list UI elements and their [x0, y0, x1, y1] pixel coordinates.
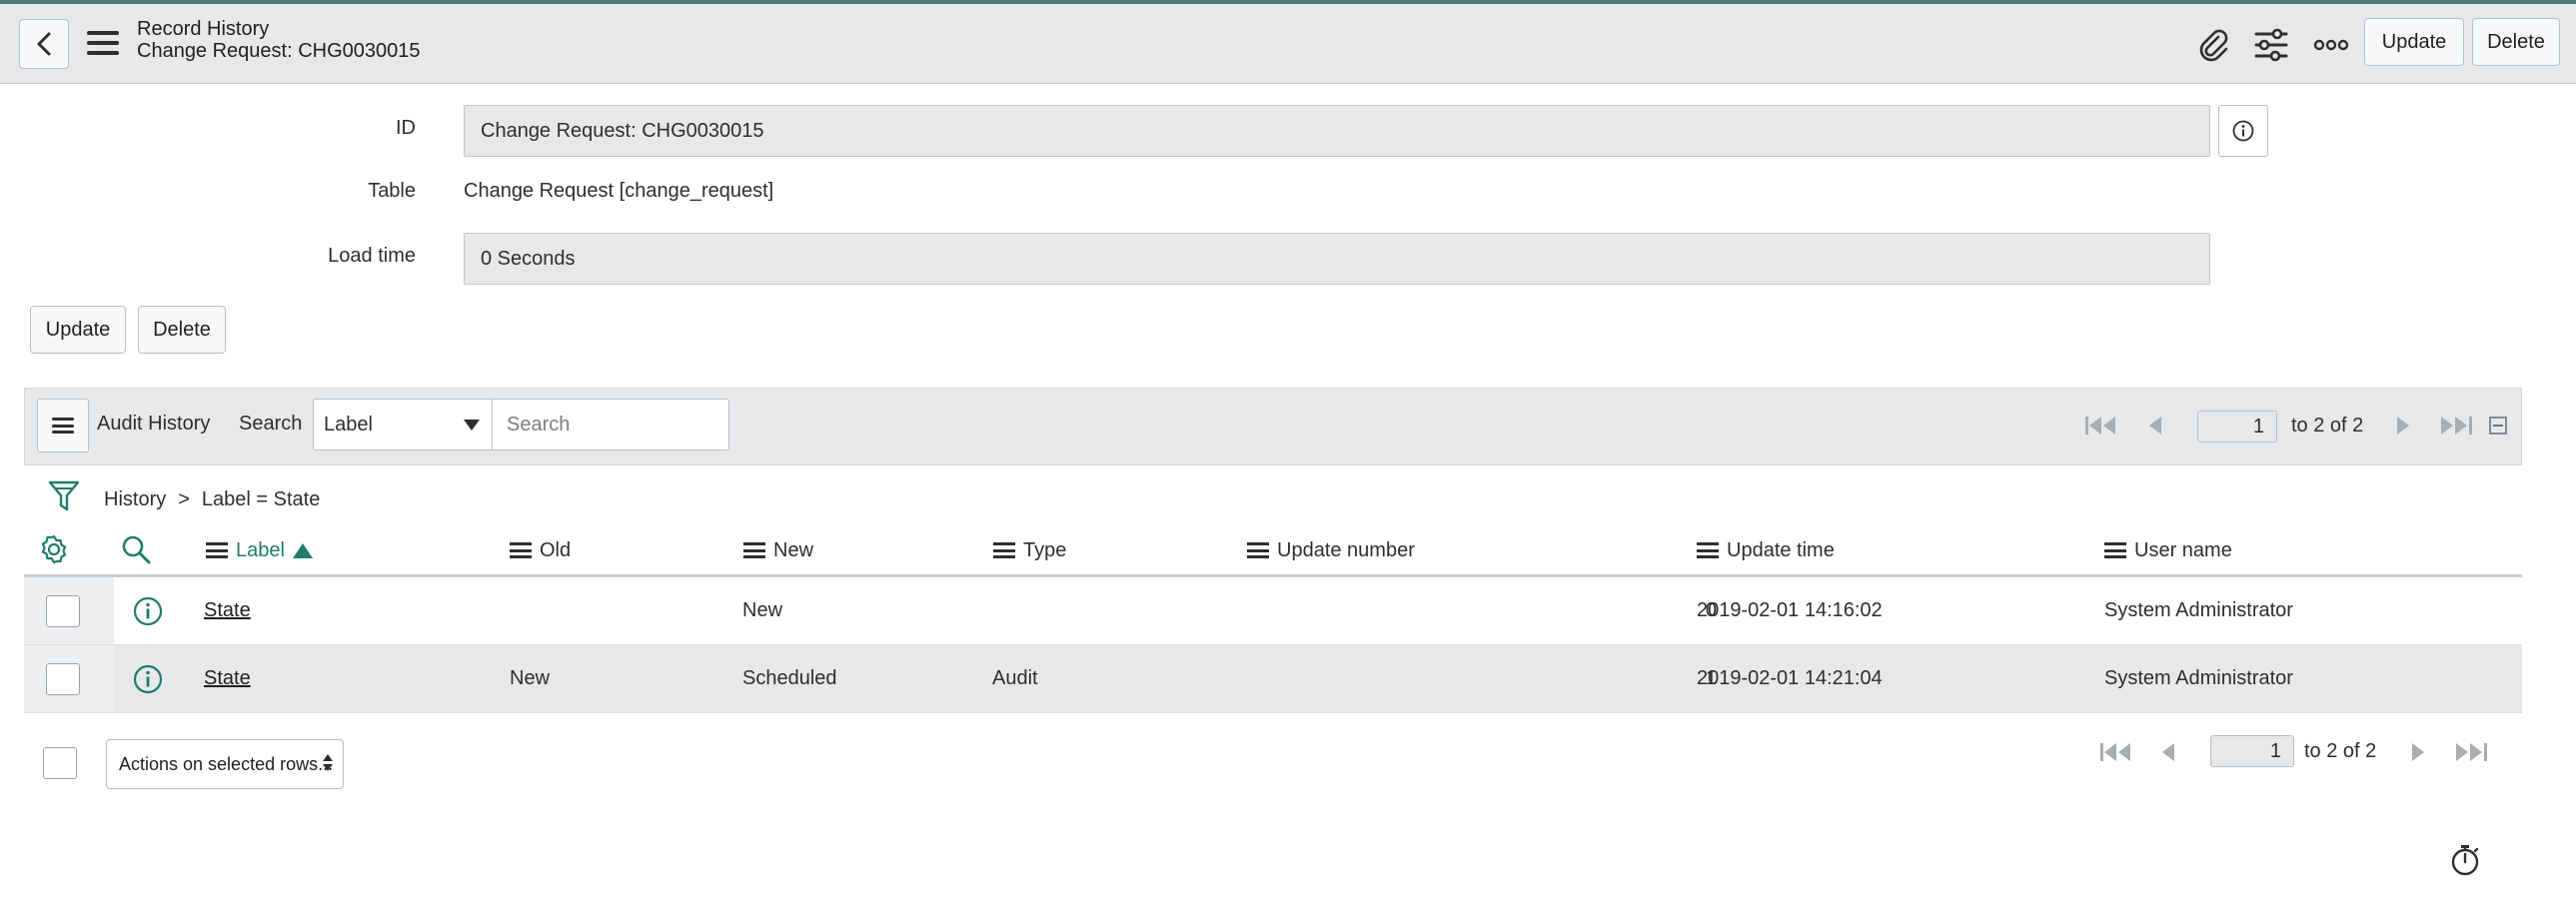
row-user-name: System Administrator	[2104, 667, 2293, 689]
column-menu-icon[interactable]	[993, 542, 1015, 558]
next-page-icon[interactable]	[2393, 415, 2413, 437]
column-menu-icon[interactable]	[1697, 542, 1719, 558]
column-header-user-name[interactable]: User name	[2104, 533, 2232, 567]
row-info-icon[interactable]	[132, 663, 164, 700]
id-label: ID	[396, 117, 416, 139]
row-type: Audit	[992, 667, 1038, 689]
header-update-button[interactable]: Update	[2364, 18, 2464, 66]
list-menu-icon	[52, 418, 74, 434]
table-row: State New 0 2019-02-01 14:16:02 System A…	[24, 577, 2522, 645]
load-time-field[interactable]: 0 Seconds	[464, 233, 2210, 285]
row-new: Scheduled	[742, 667, 837, 689]
footer-page-number-input[interactable]	[2210, 735, 2294, 767]
search-field-value: Label	[324, 413, 373, 436]
select-updown-icon	[323, 754, 333, 771]
search-field-select[interactable]: Label	[313, 399, 493, 450]
filter-icon[interactable]	[48, 479, 80, 513]
breadcrumb-condition[interactable]: Label = State	[202, 488, 320, 511]
paperclip-icon[interactable]	[2194, 26, 2232, 64]
column-header-old[interactable]: Old	[510, 533, 571, 567]
actions-select[interactable]: Actions on selected rows...	[106, 739, 344, 789]
row-update-time: 2019-02-01 14:21:04	[1697, 667, 1883, 689]
column-header-label-text: Label	[236, 538, 285, 561]
form-delete-button[interactable]: Delete	[138, 306, 226, 354]
column-menu-icon[interactable]	[1247, 542, 1269, 558]
id-info-button[interactable]	[2218, 105, 2268, 157]
table-value: Change Request [change_request]	[464, 180, 774, 202]
column-menu-icon[interactable]	[510, 542, 532, 558]
page-title-block: Record History Change Request: CHG003001…	[137, 18, 421, 62]
breadcrumb: History > Label = State	[104, 483, 320, 515]
column-header-new-text: New	[773, 538, 814, 561]
column-header-update-number[interactable]: Update number	[1247, 533, 1415, 567]
column-header-new[interactable]: New	[743, 533, 813, 567]
more-icon[interactable]	[2312, 26, 2350, 64]
search-label: Search	[239, 413, 303, 435]
column-header-update-number-text: Update number	[1277, 538, 1415, 561]
row-old: New	[510, 667, 551, 689]
back-button[interactable]	[19, 19, 69, 69]
row-user-name: System Administrator	[2104, 599, 2293, 621]
last-page-icon[interactable]	[2435, 415, 2475, 437]
back-chevron-icon	[37, 32, 51, 56]
list-header: Audit History Search Label to 2 of 2	[24, 388, 2522, 465]
breadcrumb-root[interactable]: History	[104, 488, 166, 511]
row-label-link[interactable]: State	[204, 667, 251, 690]
column-header-update-time[interactable]: Update time	[1697, 533, 1835, 567]
row-label-link[interactable]: State	[204, 599, 251, 622]
page-number-input[interactable]	[2197, 411, 2277, 443]
form-update-button[interactable]: Update	[30, 306, 126, 354]
row-select-cell	[24, 645, 114, 712]
page-range-text: to 2 of 2	[2291, 415, 2364, 437]
page-title: Record History	[137, 18, 270, 40]
footer-last-page-icon[interactable]	[2450, 741, 2490, 763]
column-header-user-name-text: User name	[2134, 538, 2232, 561]
row-checkbox[interactable]	[46, 663, 80, 695]
column-header-old-text: Old	[540, 538, 572, 561]
column-menu-icon[interactable]	[2104, 542, 2126, 558]
id-field[interactable]: Change Request: CHG0030015	[464, 105, 2210, 157]
previous-page-icon[interactable]	[2145, 415, 2165, 437]
row-select-cell	[24, 577, 114, 644]
column-header-type-text: Type	[1023, 538, 1067, 561]
footer-previous-page-icon[interactable]	[2158, 741, 2178, 763]
row-info-icon[interactable]	[132, 595, 164, 632]
response-time-stopwatch-icon[interactable]	[2448, 843, 2482, 877]
footer-first-page-icon[interactable]	[2098, 741, 2138, 763]
list-menu-button[interactable]	[37, 399, 89, 452]
collapse-list-icon[interactable]	[2489, 417, 2507, 435]
dropdown-arrow-icon	[464, 420, 480, 431]
page-subtitle: Change Request: CHG0030015	[137, 40, 421, 62]
table-label: Table	[368, 180, 416, 202]
column-header-type[interactable]: Type	[993, 533, 1066, 567]
column-menu-icon[interactable]	[743, 542, 765, 558]
select-all-checkbox[interactable]	[43, 747, 77, 779]
column-header-label[interactable]: Label	[206, 533, 313, 567]
header-delete-button[interactable]: Delete	[2472, 18, 2560, 66]
row-new: New	[742, 599, 783, 621]
column-header-update-time-text: Update time	[1727, 538, 1835, 561]
row-checkbox[interactable]	[46, 595, 80, 627]
footer-page-range-text: to 2 of 2	[2304, 740, 2377, 762]
info-icon	[2232, 120, 2254, 142]
row-update-time: 2019-02-01 14:16:02	[1697, 599, 1883, 621]
sort-ascending-icon	[292, 542, 313, 558]
footer-next-page-icon[interactable]	[2408, 741, 2428, 763]
column-menu-icon[interactable]	[206, 542, 228, 558]
personalize-list-gear-icon[interactable]	[38, 533, 70, 565]
load-time-label: Load time	[328, 245, 416, 267]
table-row: State New Scheduled Audit 1 2019-02-01 1…	[24, 645, 2522, 713]
search-input[interactable]	[492, 399, 729, 450]
sliders-icon[interactable]	[2252, 26, 2290, 64]
first-page-icon[interactable]	[2083, 415, 2123, 437]
list-title: Audit History	[97, 413, 211, 435]
column-search-icon[interactable]	[120, 533, 152, 565]
actions-select-label: Actions on selected rows...	[119, 753, 334, 774]
top-header-bar: Record History Change Request: CHG003001…	[0, 0, 2576, 84]
breadcrumb-separator: >	[178, 487, 190, 510]
hamburger-icon[interactable]	[87, 31, 119, 55]
